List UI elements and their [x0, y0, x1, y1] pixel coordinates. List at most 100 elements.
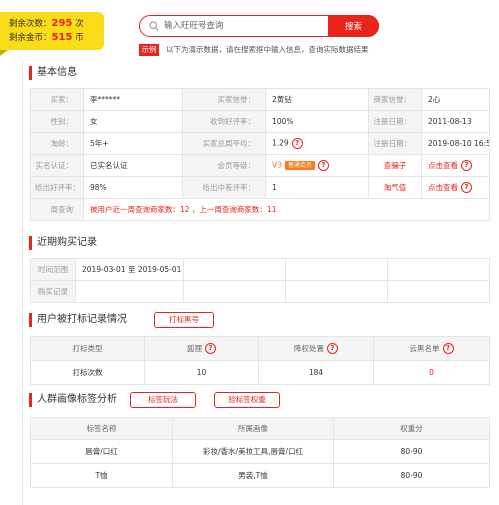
example-tag: 示例: [139, 44, 159, 56]
search-bar: 搜索: [139, 15, 379, 37]
member-tag: 普通会员: [284, 161, 315, 170]
field-label: 注册日期：: [368, 132, 422, 155]
field-label: 买家：: [30, 88, 84, 111]
remaining-count: 剩余次数：295 次: [9, 18, 84, 29]
field-value: 1: [265, 176, 369, 199]
table-header-row: 打标类型 狐狸? 降权处置? 云黑名单?: [30, 336, 490, 361]
question-circle-icon[interactable]: ?: [461, 182, 472, 194]
purchase-record-label: 购买记录: [30, 280, 76, 303]
field-label: 淘龄：: [30, 132, 84, 155]
remaining-coins: 剩余金币：515 币: [9, 32, 84, 43]
table-row: 买家： 李****** 买家信誉： 2黄钻 商家信誉： 2心: [30, 88, 490, 111]
basic-info-table: 买家： 李****** 买家信誉： 2黄钻 商家信誉： 2心 性别： 女 收到好…: [30, 88, 490, 221]
question-circle-icon[interactable]: ?: [442, 343, 454, 355]
section-title-tag-analysis: 人群画像标签分析: [29, 393, 117, 407]
cloud-blacklist-count: 0: [373, 360, 490, 385]
empty-cell: [183, 258, 286, 281]
search-icon: [149, 21, 159, 31]
field-value: 98%: [83, 176, 183, 199]
scam-check-label: 查骗子: [368, 154, 422, 177]
tag-profile: 彩妆/香水/美妆工具,唇膏/口红: [172, 439, 334, 464]
field-label: 收到好评率：: [182, 110, 266, 133]
field-label: 注册日期：: [368, 110, 422, 133]
field-value: 100%: [265, 110, 369, 133]
question-circle-icon[interactable]: ?: [317, 160, 329, 171]
scam-check-link[interactable]: 点击查看: [428, 161, 458, 170]
tag-weight: 80-90: [333, 463, 490, 488]
field-value: 2黄钻: [265, 88, 369, 111]
field-label: 会员等级：: [182, 154, 266, 177]
naughty-value-label: 淘气值: [368, 176, 422, 199]
fox-count: 10: [144, 360, 259, 385]
field-label: 商家信誉：: [368, 88, 422, 111]
table-row: 时间范围 2019-03-01 至 2019-05-01: [30, 258, 490, 281]
field-value: 2011-08-13: [421, 110, 490, 133]
downgrade-count: 184: [258, 360, 374, 385]
field-label: 买家总周平均：: [182, 132, 266, 155]
recent-purchase-table: 时间范围 2019-03-01 至 2019-05-01 购买记录: [30, 258, 490, 303]
field-label: 周查询: [30, 198, 84, 221]
row-label: 打标次数: [30, 360, 145, 385]
question-circle-icon[interactable]: ?: [291, 138, 303, 149]
column-header: 降权处置?: [258, 336, 374, 361]
table-header-row: 标签名称 所属画像 权重分: [30, 417, 490, 440]
field-value: 1.29?: [265, 132, 369, 155]
field-label: 性别：: [30, 110, 84, 133]
balance-badge: 剩余次数：295 次 剩余金币：515 币: [0, 12, 104, 56]
field-value: 已实名认证: [83, 154, 183, 177]
time-range-label: 时间范围: [30, 258, 76, 281]
verify-tag-weight-button[interactable]: 验标签权重: [214, 392, 280, 408]
naughty-value-link[interactable]: 点击查看: [428, 183, 458, 192]
table-row: 购买记录: [30, 280, 490, 303]
time-range-value: 2019-03-01 至 2019-05-01: [75, 258, 184, 281]
field-label: 买家信誉：: [182, 88, 266, 111]
field-value: V3 普通会员?: [265, 154, 369, 177]
column-header: 云黑名单?: [373, 336, 490, 361]
column-header: 权重分: [333, 417, 490, 440]
column-header: 狐狸?: [144, 336, 259, 361]
field-value: 点击查看?: [421, 176, 490, 199]
column-header: 打标类型: [30, 336, 145, 361]
tag-name: 唇膏/口红: [30, 439, 173, 464]
section-title-recent-purchases: 近期购买记录: [29, 236, 97, 250]
question-circle-icon[interactable]: ?: [461, 160, 472, 172]
question-circle-icon[interactable]: ?: [327, 343, 338, 355]
table-row: 周查询 被用户近一周查询商家数：12 ，上一周查询商家数：11: [30, 198, 490, 221]
field-value: 2019-08-10 16:51:12: [421, 132, 490, 155]
table-row: 实名认证： 已实名认证 会员等级： V3 普通会员? 查骗子 点击查看?: [30, 154, 490, 177]
tag-name: T恤: [30, 463, 173, 488]
field-value: 点击查看?: [421, 154, 490, 177]
field-value: 李******: [83, 88, 183, 111]
left-divider: [22, 60, 23, 505]
empty-cell: [183, 280, 286, 303]
column-header: 所属画像: [172, 417, 334, 440]
table-row: 淘龄： 5年+ 买家总周平均： 1.29? 注册日期： 2019-08-10 1…: [30, 132, 490, 155]
empty-cell: [387, 258, 490, 281]
table-row: 打标次数 10 184 0: [30, 360, 490, 385]
tag-analysis-table: 标签名称 所属画像 权重分 唇膏/口红 彩妆/香水/美妆工具,唇膏/口红 80-…: [30, 417, 490, 488]
table-row: T恤 男装,T恤 80-90: [30, 463, 490, 488]
field-value: 2心: [421, 88, 490, 111]
empty-cell: [387, 280, 490, 303]
table-row: 给出好评率： 98% 给出中差评率： 1 淘气值 点击查看?: [30, 176, 490, 199]
search-button[interactable]: 搜索: [328, 15, 379, 37]
tag-profile: 男装,T恤: [172, 463, 334, 488]
table-row: 性别： 女 收到好评率： 100% 注册日期： 2011-08-13: [30, 110, 490, 133]
column-header: 标签名称: [30, 417, 173, 440]
tag-play-button[interactable]: 标签玩法: [130, 392, 196, 408]
search-input[interactable]: [164, 19, 304, 33]
field-label: 给出好评率：: [30, 176, 84, 199]
section-title-flag-records: 用户被打标记录情况: [29, 313, 127, 327]
tag-weight: 80-90: [333, 439, 490, 464]
field-value: 女: [83, 110, 183, 133]
question-circle-icon[interactable]: ?: [205, 343, 216, 355]
table-row: 唇膏/口红 彩妆/香水/美妆工具,唇膏/口红 80-90: [30, 439, 490, 464]
section-title-basic-info: 基本信息: [29, 66, 77, 80]
flag-record-table: 打标类型 狐狸? 降权处置? 云黑名单? 打标次数 10 184 0: [30, 336, 490, 385]
field-label: 实名认证：: [30, 154, 84, 177]
empty-cell: [285, 258, 388, 281]
empty-cell: [75, 280, 184, 303]
flag-black-button[interactable]: 打标黑号: [154, 312, 214, 328]
example-notice: 以下为演示数据，请在搜索框中输入信息，查询实际数据结果: [166, 45, 369, 54]
field-label: 给出中差评率：: [182, 176, 266, 199]
